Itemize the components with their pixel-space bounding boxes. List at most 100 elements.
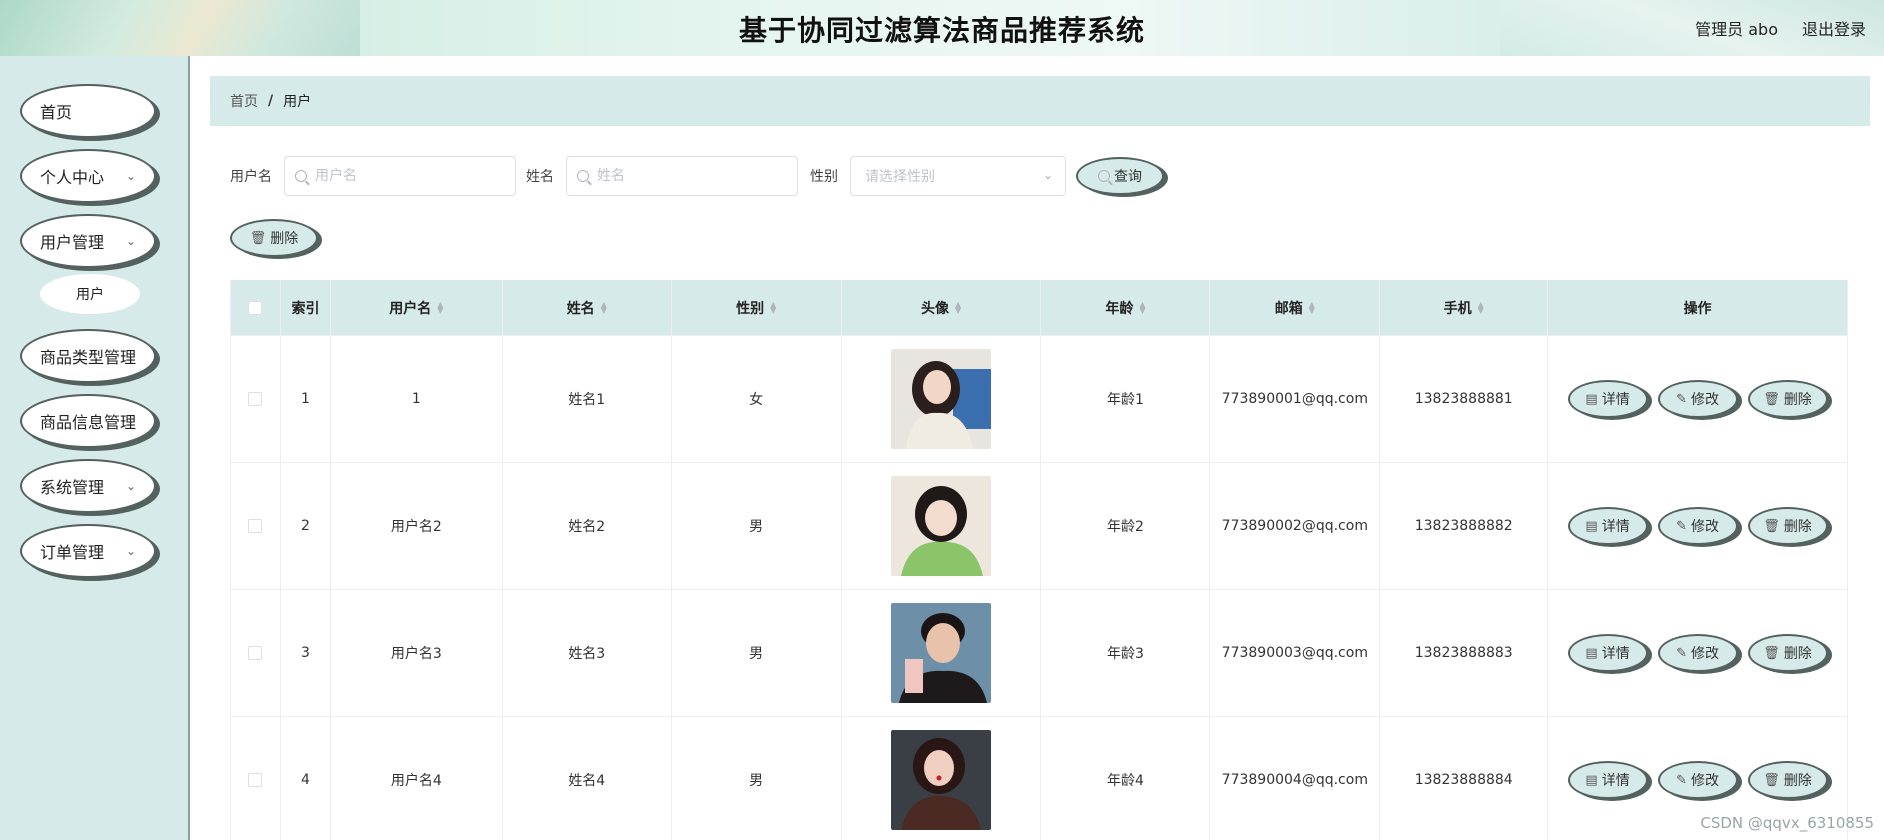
header-gender[interactable]: 性别 ▲ ▼ <box>672 280 842 335</box>
avatar <box>891 476 992 576</box>
delete-button[interactable]: 🗑 删除 <box>1747 761 1828 799</box>
sort-caret-icon[interactable]: ▲ ▼ <box>1139 300 1145 314</box>
breadcrumb-separator: / <box>268 93 274 109</box>
header-email[interactable]: 邮箱 ▲ ▼ <box>1210 280 1381 335</box>
table-row: 4 用户名4 姓名4 男 年龄4 773890004@qq.com 138238… <box>231 717 1848 840</box>
avatar <box>891 349 992 449</box>
sidebar-item-user-management[interactable]: 用户管理 ⌄ <box>20 214 156 268</box>
row-checkbox[interactable] <box>248 519 263 533</box>
cell-email: 773890003@qq.com <box>1210 590 1381 716</box>
row-actions: ▤ 详情 ✎ 修改 🗑 删除 <box>1567 507 1828 545</box>
chevron-down-icon: ⌄ <box>125 544 136 558</box>
sidebar-item-personal-center[interactable]: 个人中心 ⌄ <box>20 149 156 203</box>
cell-phone: 13823888881 <box>1380 336 1549 462</box>
breadcrumb-home[interactable]: 首页 <box>230 91 258 111</box>
edit-button[interactable]: ✎ 修改 <box>1657 634 1738 672</box>
header-age[interactable]: 年龄 ▲ ▼ <box>1041 280 1211 335</box>
sidebar-item-label: 订单管理 <box>40 543 105 562</box>
delete-button[interactable]: 🗑 删除 <box>1747 507 1828 545</box>
name-field <box>566 156 798 196</box>
cell-avatar <box>842 336 1042 462</box>
delete-label: 删除 <box>1783 392 1812 408</box>
gender-select[interactable]: 请选择性别 ⌄ <box>850 156 1066 196</box>
delete-button[interactable]: 🗑 删除 <box>1747 634 1828 672</box>
chevron-down-icon: ⌄ <box>125 169 136 183</box>
pencil-icon: ✎ <box>1676 391 1688 407</box>
header-label: 年龄 <box>1105 300 1134 317</box>
header-phone[interactable]: 手机 ▲ ▼ <box>1380 280 1549 335</box>
watermark: CSDN @qqvx_6310855 <box>1700 814 1874 832</box>
avatar <box>891 603 992 703</box>
row-select <box>231 336 281 462</box>
header-avatar[interactable]: 头像 ▲ ▼ <box>842 280 1042 335</box>
sidebar-item-product-info-management[interactable]: 商品信息管理 <box>20 394 156 448</box>
document-icon: ▤ <box>1585 518 1598 534</box>
edit-button[interactable]: ✎ 修改 <box>1657 761 1738 799</box>
current-user-label: 管理员 abo <box>1695 20 1778 39</box>
top-header: 基于协同过滤算法商品推荐系统 管理员 abo 退出登录 <box>0 0 1884 56</box>
header-label: 性别 <box>736 300 765 317</box>
header-label: 邮箱 <box>1274 300 1303 317</box>
row-select <box>231 590 281 716</box>
delete-button[interactable]: 🗑 删除 <box>1747 380 1828 418</box>
cell-actions: ▤ 详情 ✎ 修改 🗑 删除 <box>1548 336 1848 462</box>
sort-caret-icon[interactable]: ▲ ▼ <box>955 300 961 314</box>
cell-actions: ▤ 详情 ✎ 修改 🗑 删除 <box>1548 463 1848 589</box>
select-all-checkbox[interactable] <box>248 300 263 315</box>
detail-button[interactable]: ▤ 详情 <box>1567 761 1648 799</box>
trash-icon: 🗑 <box>1763 772 1780 788</box>
cell-gender: 男 <box>672 463 842 589</box>
username-label: 用户名 <box>230 169 272 185</box>
table-row: 3 用户名3 姓名3 男 年龄3 773890003@qq.com 138238… <box>231 590 1848 717</box>
sort-caret-icon[interactable]: ▲ ▼ <box>1309 300 1315 314</box>
cell-avatar <box>842 463 1042 589</box>
batch-delete-button[interactable]: 🗑 删除 <box>230 219 318 257</box>
logout-link[interactable]: 退出登录 <box>1802 16 1866 40</box>
header-select-all <box>231 280 281 335</box>
gender-label: 性别 <box>810 169 838 185</box>
edit-button[interactable]: ✎ 修改 <box>1657 380 1738 418</box>
pencil-icon: ✎ <box>1676 772 1688 788</box>
trash-icon: 🗑 <box>1763 391 1780 407</box>
row-checkbox[interactable] <box>248 773 263 787</box>
detail-button[interactable]: ▤ 详情 <box>1567 507 1648 545</box>
sidebar-item-label: 商品类型管理 <box>40 348 137 367</box>
sort-caret-icon[interactable]: ▲ ▼ <box>601 300 607 314</box>
breadcrumb-current: 用户 <box>283 94 312 110</box>
detail-button[interactable]: ▤ 详情 <box>1567 380 1648 418</box>
header-username[interactable]: 用户名 ▲ ▼ <box>331 280 503 335</box>
sidebar-item-label: 系统管理 <box>40 478 105 497</box>
table-row: 1 1 姓名1 女 年龄1 773890001@qq.com 138238888… <box>231 336 1848 463</box>
detail-label: 详情 <box>1601 646 1630 662</box>
row-actions: ▤ 详情 ✎ 修改 🗑 删除 <box>1567 761 1828 799</box>
sidebar-item-label: 个人中心 <box>40 168 105 187</box>
sidebar-item-label: 用户管理 <box>40 233 105 252</box>
edit-button[interactable]: ✎ 修改 <box>1657 507 1738 545</box>
sidebar-item-home[interactable]: 首页 <box>20 84 156 138</box>
user-area: 管理员 abo 退出登录 <box>1695 16 1866 40</box>
document-icon: ▤ <box>1585 772 1598 788</box>
detail-button[interactable]: ▤ 详情 <box>1567 634 1648 672</box>
row-checkbox[interactable] <box>248 392 263 406</box>
sidebar-item-order-management[interactable]: 订单管理 ⌄ <box>20 524 156 578</box>
query-button[interactable]: 查询 <box>1076 157 1164 195</box>
row-checkbox[interactable] <box>248 646 263 660</box>
cell-age: 年龄4 <box>1041 717 1211 840</box>
row-select <box>231 463 281 589</box>
username-input[interactable] <box>315 168 505 184</box>
cell-email: 773890001@qq.com <box>1210 336 1381 462</box>
sort-caret-icon[interactable]: ▲ ▼ <box>1478 300 1484 314</box>
sort-caret-icon[interactable]: ▲ ▼ <box>437 300 443 314</box>
edit-label: 修改 <box>1691 519 1720 535</box>
cell-email: 773890002@qq.com <box>1210 463 1381 589</box>
detail-label: 详情 <box>1601 773 1630 789</box>
name-input[interactable] <box>597 168 787 184</box>
trash-icon: 🗑 <box>1763 645 1780 661</box>
header-actions: 操作 <box>1548 280 1848 335</box>
cell-name: 姓名2 <box>503 463 672 589</box>
sidebar-item-system-management[interactable]: 系统管理 ⌄ <box>20 459 156 513</box>
header-name[interactable]: 姓名 ▲ ▼ <box>503 280 672 335</box>
sidebar-item-product-type-management[interactable]: 商品类型管理 <box>20 329 156 383</box>
sidebar-subitem-users[interactable]: 用户 <box>40 274 140 314</box>
sort-caret-icon[interactable]: ▲ ▼ <box>770 300 776 314</box>
